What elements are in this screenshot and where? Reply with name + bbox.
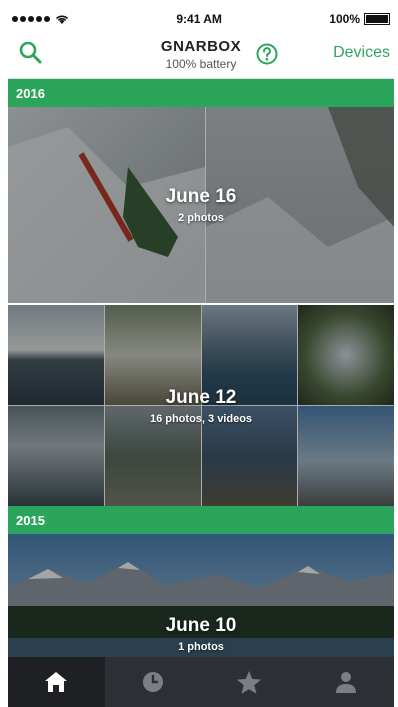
wifi-icon	[55, 15, 69, 24]
photo-group-june-12[interactable]: June 12 16 photos, 3 videos	[8, 305, 394, 506]
battery-indicator: 100%	[329, 12, 390, 26]
photo-group-june-16[interactable]: June 16 2 photos	[8, 107, 394, 303]
signal-strength-icon	[12, 14, 69, 25]
group-date: June 10	[165, 615, 237, 636]
photo-group-june-10[interactable]: June 10 1 photos	[8, 534, 394, 657]
group-media-count: 2 photos	[178, 212, 224, 224]
tab-home[interactable]	[8, 657, 105, 707]
group-media-count: 16 photos, 3 videos	[149, 412, 253, 425]
battery-status-text: 100% battery	[165, 56, 237, 71]
section-header-2016: 2016	[8, 79, 394, 107]
group-media-count: 1 photos	[178, 641, 224, 653]
clock-icon	[142, 672, 163, 692]
tab-favorites[interactable]	[201, 657, 298, 707]
device-title-block: GNARBOX 100% battery	[161, 38, 241, 71]
battery-fill	[366, 15, 388, 23]
tab-bar	[8, 657, 394, 707]
home-icon	[45, 672, 68, 692]
tab-recent[interactable]	[105, 657, 202, 707]
help-icon[interactable]	[256, 43, 278, 65]
devices-button[interactable]: Devices	[333, 44, 390, 62]
group-date: June 16	[165, 186, 237, 207]
nav-bar: GNARBOX 100% battery Devices	[8, 30, 394, 79]
tab-profile[interactable]	[298, 657, 395, 707]
user-icon	[335, 672, 356, 693]
battery-icon	[364, 13, 390, 25]
page-title: GNARBOX	[160, 37, 242, 55]
group-date: June 12	[165, 386, 237, 408]
star-icon	[237, 670, 262, 694]
search-icon[interactable]	[18, 40, 44, 66]
battery-percent: 100%	[329, 12, 360, 26]
status-bar: 9:41 AM 100%	[8, 8, 394, 30]
status-time: 9:41 AM	[176, 12, 222, 26]
thumbnail-image	[8, 534, 394, 657]
app-screen: 9:41 AM 100% GNARBOX 100% battery Device…	[8, 8, 394, 707]
section-header-2015: 2015	[8, 506, 394, 534]
